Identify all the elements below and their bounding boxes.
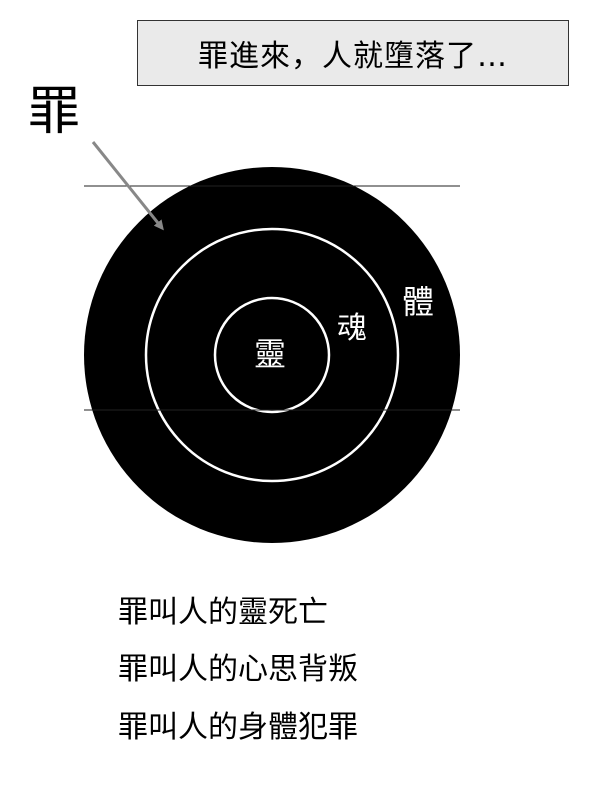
caption-body: 罪叫人的身體犯罪 (118, 710, 358, 745)
sin-pointer-label: 罪 (28, 82, 81, 142)
caption-spirit: 罪叫人的靈死亡 (118, 595, 328, 630)
caption-soul: 罪叫人的心思背叛 (118, 652, 358, 687)
sin-arrow (91, 141, 164, 231)
spirit-label: 靈 (254, 335, 286, 373)
body-label: 體 (402, 283, 434, 321)
title-box: 罪進來，人就墮落了… (137, 20, 569, 86)
soul-label: 魂 (337, 311, 367, 346)
title-text: 罪進來，人就墮落了… (198, 39, 508, 74)
